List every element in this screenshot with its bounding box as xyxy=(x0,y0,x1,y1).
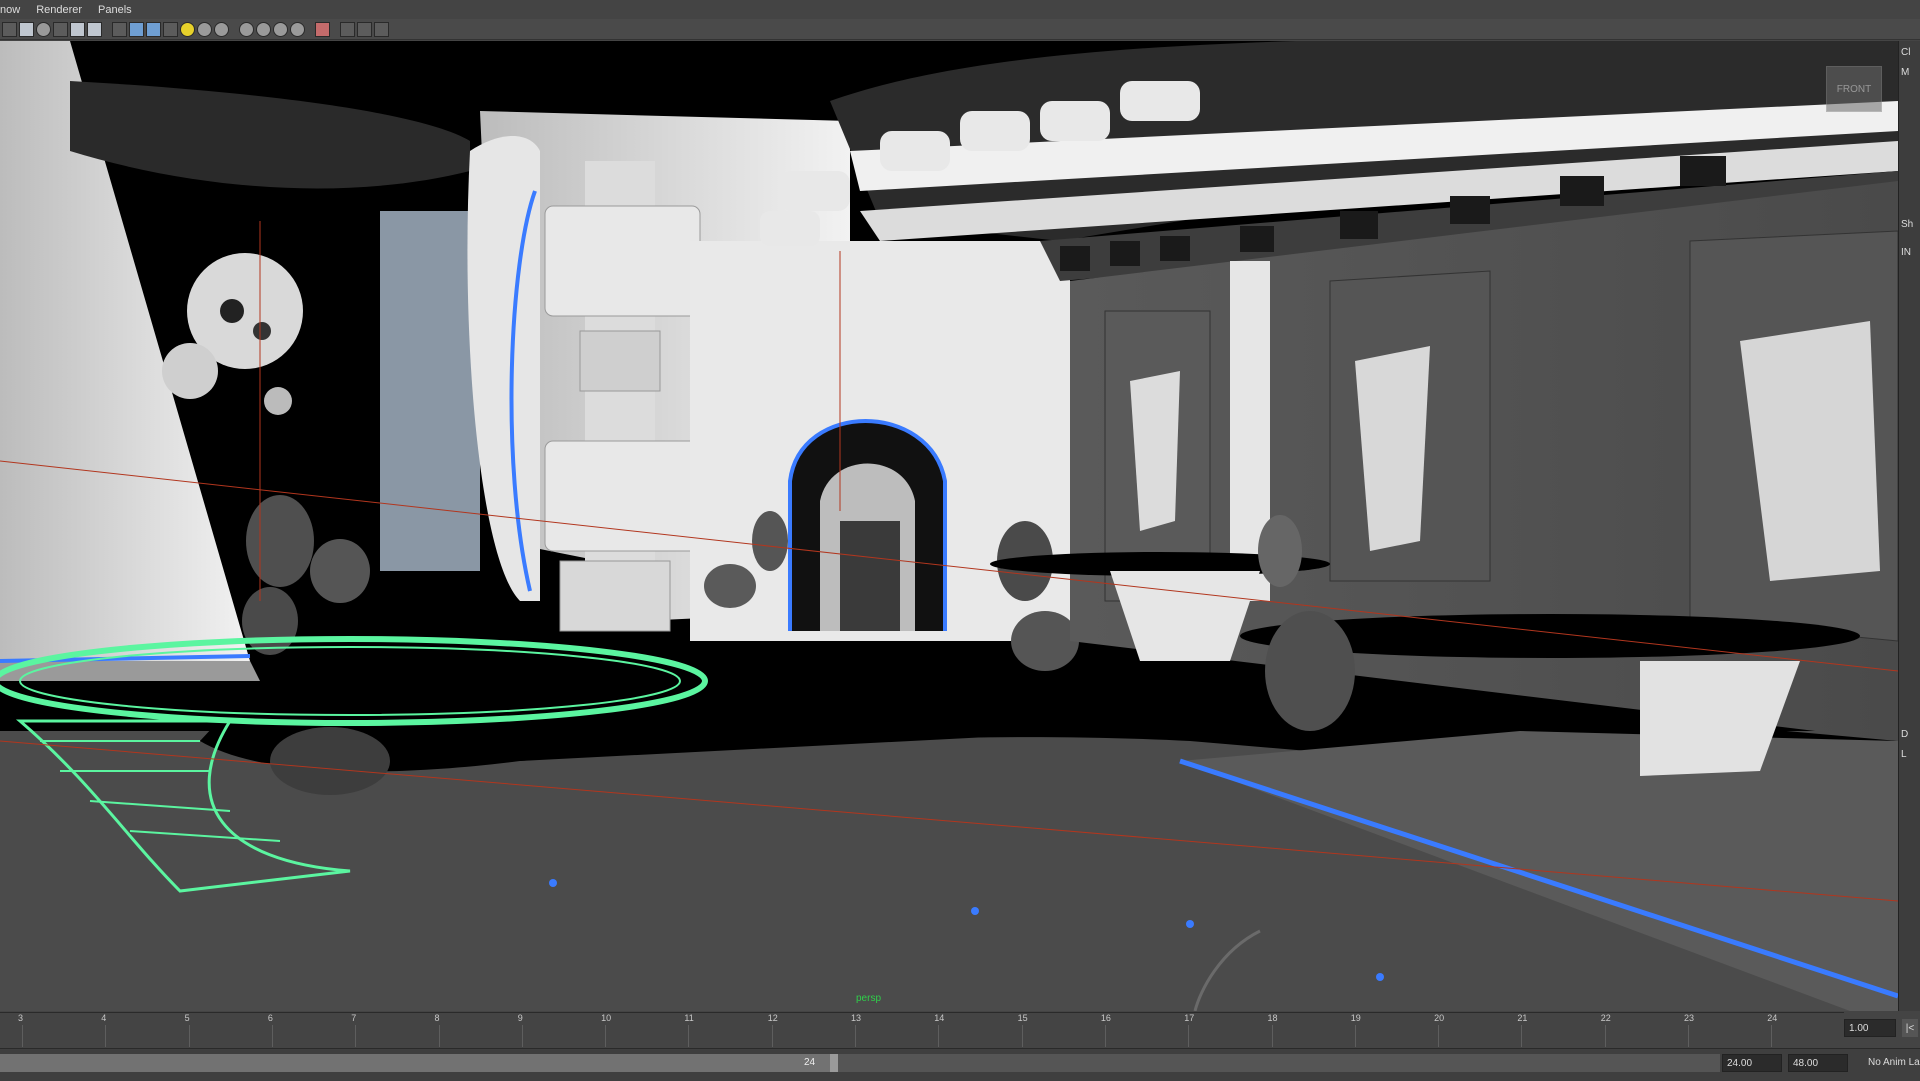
range-slider-handle[interactable] xyxy=(0,1054,830,1072)
timeline-tick-mark xyxy=(521,1025,523,1047)
shaded-cube-icon[interactable] xyxy=(129,21,144,37)
timeline-tick-mark xyxy=(605,1025,607,1047)
smooth-cube-icon[interactable] xyxy=(146,21,161,37)
wireframe-cube-icon[interactable] xyxy=(112,21,127,37)
camera-name-label: persp xyxy=(856,993,882,1004)
gate-icon[interactable] xyxy=(357,21,372,37)
timeline-tick-mark xyxy=(438,1025,440,1047)
timeline-tick-label: 23 xyxy=(1684,1013,1695,1023)
checker-icon[interactable] xyxy=(163,21,178,37)
toolbar-separator xyxy=(231,22,237,37)
timeline-tick-mark xyxy=(1438,1025,1440,1047)
toolbar-separator xyxy=(332,22,338,37)
current-frame-field[interactable]: 1.00 xyxy=(1844,1019,1896,1037)
sphere-icon[interactable] xyxy=(290,21,305,37)
share-icon[interactable] xyxy=(374,21,389,37)
range-slider-bar: 24 24.00 48.00 No Anim La xyxy=(0,1048,1920,1081)
timeline-tick-label: 6 xyxy=(267,1013,273,1023)
timeline-tick-label: 18 xyxy=(1267,1013,1278,1023)
toolbar-separator xyxy=(104,22,110,37)
panel-label: D xyxy=(1901,729,1909,740)
sphere-icon[interactable] xyxy=(197,21,212,37)
menu-item-panels[interactable]: Panels xyxy=(90,4,140,16)
timeline-tick-label: 13 xyxy=(851,1013,862,1023)
time-slider[interactable]: 3 4 5 6 7 8 9 10 11 12 13 14 15 16 17 18 19 20 21 22 23 24 xyxy=(0,1012,1844,1049)
circle-icon[interactable] xyxy=(36,21,51,37)
timeline-tick-label: 21 xyxy=(1517,1013,1528,1023)
step-back-icon[interactable]: |< xyxy=(1902,1019,1918,1037)
timeline-tick-label: 4 xyxy=(101,1013,107,1023)
menu-item-show[interactable]: now xyxy=(0,4,28,16)
texture-icon[interactable] xyxy=(87,21,102,37)
timeline-tick-label: 16 xyxy=(1100,1013,1111,1023)
sphere-icon[interactable] xyxy=(214,21,229,37)
sphere-icon[interactable] xyxy=(239,21,254,37)
panel-label: M xyxy=(1901,67,1910,78)
timeline-tick-mark xyxy=(188,1025,190,1047)
menu-item-renderer[interactable]: Renderer xyxy=(28,4,90,16)
view-cube[interactable]: FRONT xyxy=(1826,66,1882,112)
light-icon[interactable] xyxy=(180,21,195,37)
timeline-tick-label: 8 xyxy=(434,1013,440,1023)
cross-icon[interactable] xyxy=(53,21,68,37)
timeline-tick-mark xyxy=(271,1025,273,1047)
panel-label: IN xyxy=(1901,247,1911,258)
panel-label: Cl xyxy=(1901,47,1911,58)
timeline-tick-label: 12 xyxy=(767,1013,778,1023)
scene-render xyxy=(0,41,1898,1011)
range-slider-handle-end[interactable] xyxy=(830,1054,838,1072)
timeline-tick-label: 11 xyxy=(684,1013,694,1023)
timeline-tick-label: 15 xyxy=(1017,1013,1028,1023)
timeline-tick-label: 24 xyxy=(1767,1013,1778,1023)
timeline-tick-mark xyxy=(22,1025,23,1047)
range-end-field[interactable]: 48.00 xyxy=(1788,1054,1848,1072)
sphere-icon[interactable] xyxy=(273,21,288,37)
timeline-tick-label: 19 xyxy=(1350,1013,1361,1023)
timeline-tick-mark xyxy=(1188,1025,1190,1047)
panel-label: Sh xyxy=(1901,219,1914,230)
range-start-field[interactable]: 24.00 xyxy=(1722,1054,1782,1072)
timeline-tick-label: 20 xyxy=(1434,1013,1445,1023)
panel-label: L xyxy=(1901,749,1907,760)
toolbar-separator xyxy=(307,22,313,37)
timeline-tick-mark xyxy=(1604,1025,1606,1047)
range-handle-label: 24 xyxy=(804,1057,816,1068)
timeline-tick-mark xyxy=(1521,1025,1523,1047)
range-slider-track[interactable]: 24 xyxy=(0,1054,1720,1072)
xray-icon[interactable] xyxy=(340,21,355,37)
sphere-icon[interactable] xyxy=(256,21,271,37)
timeline-tick-label: 5 xyxy=(184,1013,190,1023)
timeline-tick-mark xyxy=(1021,1025,1023,1047)
timeline-tick-mark xyxy=(771,1025,773,1047)
timeline-tick-mark xyxy=(855,1025,856,1047)
perspective-viewport[interactable]: FRONT xyxy=(0,41,1899,1011)
timeline-tick-mark xyxy=(1771,1025,1773,1047)
anim-layer-selector[interactable]: No Anim La xyxy=(1868,1057,1920,1068)
timeline-tick-label: 9 xyxy=(517,1013,523,1023)
timeline-tick-mark xyxy=(355,1025,357,1047)
timeline-tick-mark xyxy=(1271,1025,1273,1047)
timeline-tick-mark xyxy=(1354,1025,1356,1047)
timeline-tick-mark xyxy=(688,1025,690,1047)
channel-box-strip: Cl M Sh IN D L xyxy=(1899,41,1920,1011)
timeline-tick-mark xyxy=(1688,1025,1689,1047)
timeline-tick-label: 17 xyxy=(1184,1013,1195,1023)
timeline-tick-mark xyxy=(938,1025,940,1047)
timeline-tick-label: 22 xyxy=(1600,1013,1611,1023)
timeline-tick-label: 10 xyxy=(601,1013,612,1023)
timeline-tick-label: 7 xyxy=(351,1013,357,1023)
camera-icon[interactable] xyxy=(19,21,34,37)
menu-bar: now Renderer Panels xyxy=(0,0,1920,19)
timeline-tick-label: 3 xyxy=(18,1013,24,1023)
timeline-tick-mark xyxy=(1104,1025,1106,1047)
grid-icon[interactable] xyxy=(2,21,17,37)
timeline-tick-label: 14 xyxy=(934,1013,945,1023)
timeline-tick-mark xyxy=(105,1025,107,1047)
viewport-toolbar xyxy=(0,19,1920,40)
isolate-icon[interactable] xyxy=(315,21,330,37)
image-icon[interactable] xyxy=(70,21,85,37)
